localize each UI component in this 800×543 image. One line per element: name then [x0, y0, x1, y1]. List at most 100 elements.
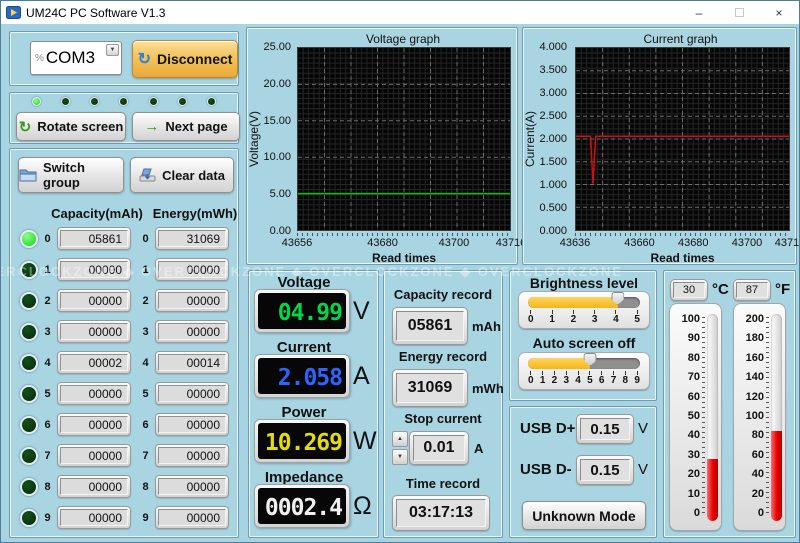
row-index: 3: [44, 325, 51, 338]
x-tick-label: 43680: [677, 237, 709, 249]
power-unit: W: [353, 427, 377, 455]
capacity-value-box: 00000: [57, 320, 131, 343]
energy-value: 00000: [158, 261, 226, 278]
group-row: 6 00000 6 00000: [10, 409, 238, 440]
y-tick-label: 2.000: [539, 133, 567, 145]
slider-tick: 3: [592, 310, 597, 325]
slider-groove[interactable]: [528, 353, 640, 369]
group-row: 7 00000 7 00000: [10, 440, 238, 471]
energy-value-box: 00000: [155, 444, 229, 467]
group-data-panel: Switch group Clear data Capacity(mAh) En…: [9, 148, 239, 538]
close-button[interactable]: ×: [759, 1, 799, 24]
page-led-indicator: [177, 97, 187, 106]
page-led-indicator: [148, 97, 158, 106]
group-led-indicator: [20, 291, 38, 310]
x-tick-label: 43660: [624, 237, 655, 249]
brightness-slider[interactable]: 01 2 3 45: [518, 291, 650, 329]
stop-current-label: Stop current: [404, 411, 482, 426]
mode-button[interactable]: Unknown Mode: [522, 501, 646, 530]
slider-tick: 3: [563, 371, 569, 386]
chart-title: Current graph: [643, 32, 718, 46]
chevron-down-icon[interactable]: ▼: [106, 44, 119, 56]
usb-dplus-value: 0.15: [580, 418, 630, 440]
group-led-indicator: [20, 446, 38, 465]
thermometer-scale-label: 0: [693, 506, 700, 519]
y-tick-label: 5.00: [269, 188, 291, 201]
x-tick-label: 43680: [367, 237, 398, 249]
thermometer-ticks: [766, 317, 769, 515]
folder-icon: [19, 169, 37, 182]
maximize-button[interactable]: [719, 1, 759, 24]
capacity-value-box: 00000: [57, 444, 131, 467]
row-index: 1: [44, 263, 51, 276]
capacity-value-box: 05861: [57, 227, 131, 250]
capacity-value: 00000: [60, 292, 128, 309]
switch-group-button[interactable]: Switch group: [18, 157, 124, 193]
y-tick-label: 1.500: [539, 156, 567, 168]
capacity-value-box: 00000: [57, 382, 131, 405]
group-led-indicator: [20, 353, 38, 372]
thermometer-scale-label: 100: [681, 313, 700, 325]
energy-value-box: 00000: [155, 289, 229, 312]
nav-panel: ↻ Rotate screen → Next page: [9, 92, 240, 144]
row-index: 5: [44, 387, 51, 400]
slider-groove[interactable]: [528, 292, 640, 308]
x-tick-label: 43700: [438, 237, 470, 249]
slider-ticks: 01 2 3 45: [528, 310, 640, 325]
group-row: 2 00000 2 00000: [10, 285, 238, 316]
spin-up-button[interactable]: ▲: [392, 431, 408, 447]
slider-tick: 2: [571, 310, 576, 325]
power-value: 10.269: [258, 423, 346, 459]
fahrenheit-thermometer: 200 180 160 140 120 100 80 60 40 20 0: [733, 303, 786, 531]
slider-fill: [528, 297, 618, 308]
stop-current-value[interactable]: 0.01: [413, 435, 465, 461]
slider-tick: 7: [611, 371, 616, 386]
main-area: % COM3 ▼ ↻ Disconnect ↻ Rotate screen → …: [1, 24, 799, 542]
records-panel: Capacity record 05861 mAh Energy record …: [383, 270, 504, 538]
slider-tick: 4: [613, 310, 619, 325]
x-tick-label: 43656: [281, 237, 313, 249]
voltage-value: 04.99: [258, 293, 346, 329]
voltage-graph-panel: Voltage graph Voltage(V) 25.00 20.00 15.00…: [246, 27, 526, 265]
clear-data-button[interactable]: Clear data: [130, 157, 234, 193]
thermometer-scale-label: 100: [745, 409, 764, 422]
x-axis-label: Read times: [371, 251, 437, 265]
slider-tick: 5: [634, 310, 640, 325]
energy-value-box: 00000: [155, 413, 229, 436]
thermometer-fill: [707, 458, 718, 521]
energy-value-box: 00000: [155, 475, 229, 498]
group-led-indicator: [20, 384, 38, 403]
capacity-value-box: 00000: [57, 506, 131, 529]
y-tick-label: 20.00: [263, 77, 291, 90]
arrow-right-icon: →: [144, 118, 160, 135]
clear-data-label: Clear data: [162, 167, 225, 183]
usb-dplus-unit: V: [638, 420, 649, 437]
row-index: 8: [142, 480, 149, 493]
refresh-icon: ↻: [137, 51, 151, 68]
celsius-value: 30: [673, 282, 705, 298]
next-page-button[interactable]: → Next page: [132, 112, 240, 141]
disconnect-button[interactable]: ↻ Disconnect: [132, 40, 238, 78]
minimize-button[interactable]: –: [679, 1, 719, 24]
auto-screen-off-slider[interactable]: 0123456789: [518, 352, 650, 390]
energy-value: 00000: [158, 416, 226, 433]
temperature-panel: 30 °C 87 °F 100 90 80 70 60 50 40 30 20 10 0 200 18…: [663, 270, 796, 538]
row-index: 0: [44, 232, 51, 245]
auto-screen-off-label: Auto screen off: [532, 335, 636, 351]
page-led-indicator: [206, 97, 216, 106]
slider-tick: 5: [587, 371, 593, 386]
x-tick-label: 43636: [559, 237, 591, 249]
spin-down-button[interactable]: ▼: [392, 449, 408, 465]
y-tick-label: 4.000: [539, 41, 567, 53]
energy-record-value: 31069: [396, 373, 464, 403]
com-port-select[interactable]: % COM3 ▼: [30, 41, 122, 75]
rotate-screen-button[interactable]: ↻ Rotate screen: [16, 112, 126, 141]
y-axis-ticks: 4.000 3.500 3.000 2.500 2.000 1.500 1.000 0.500…: [533, 41, 569, 237]
voltage-display: 04.99: [254, 289, 350, 333]
y-tick-label: 2.500: [539, 110, 567, 122]
mode-label: Unknown Mode: [532, 507, 636, 524]
thermometer-scale: 200 180 160 140 120 100 80 60 40 20 0: [736, 313, 764, 519]
capacity-value: 00000: [60, 478, 128, 495]
capacity-record-unit: mAh: [472, 319, 501, 334]
y-axis-ticks: 25.00 20.00 15.00 10.00 5.00 0.00: [257, 41, 293, 237]
